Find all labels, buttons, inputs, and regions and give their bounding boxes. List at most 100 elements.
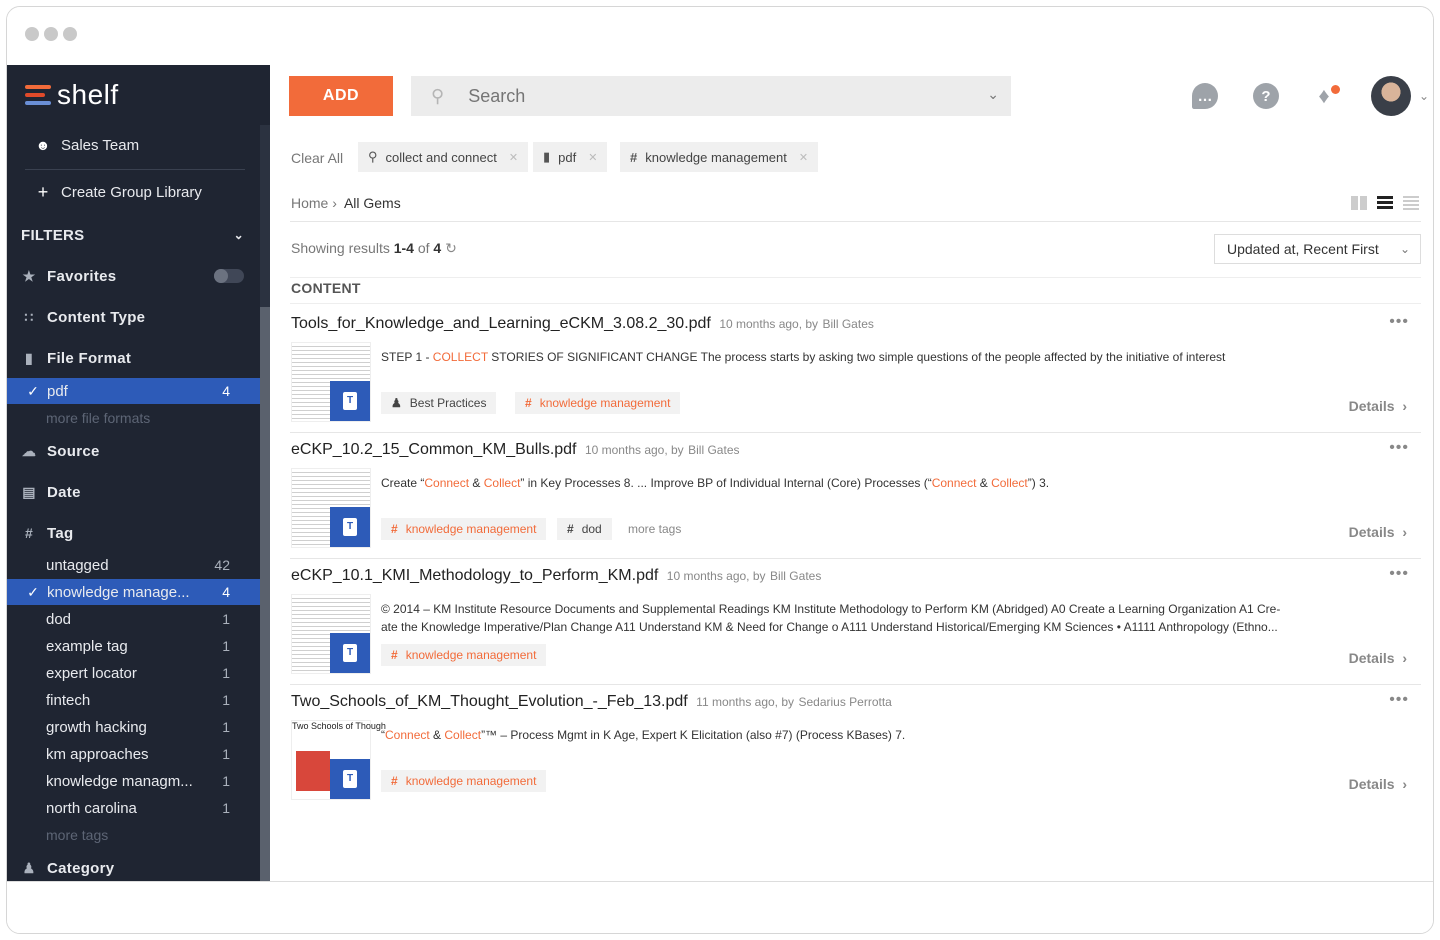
item-thumbnail[interactable]: T xyxy=(291,468,371,548)
title-bar xyxy=(7,7,1433,65)
item-tag[interactable]: # knowledge management xyxy=(515,392,681,414)
maximize-dot[interactable] xyxy=(63,27,77,41)
tag-item[interactable]: expert locator 1 xyxy=(7,660,260,686)
more-tags-link[interactable]: more tags xyxy=(628,522,681,536)
item-tag[interactable]: # knowledge management xyxy=(381,644,547,666)
breadcrumb-home[interactable]: Home xyxy=(291,195,328,211)
item-snippet: STEP 1 - COLLECT STORIES OF SIGNIFICANT … xyxy=(381,350,1226,364)
sidebar-scrollbar-thumb[interactable] xyxy=(260,307,270,881)
tag-item[interactable]: fintech 1 xyxy=(7,687,260,713)
tag-item-label: fintech xyxy=(46,691,91,709)
list-view-icon[interactable] xyxy=(1377,196,1393,210)
shelf-logo[interactable]: shelf xyxy=(25,79,119,110)
create-group-label: Create Group Library xyxy=(61,183,202,201)
more-options-icon[interactable]: ••• xyxy=(1389,439,1409,457)
list-item[interactable]: eCKP_10.2_15_Common_KM_Bulls.pdf 10 mont… xyxy=(290,433,1421,559)
tag-item[interactable]: knowledge managm... 1 xyxy=(7,768,260,794)
results-of: of xyxy=(417,240,430,256)
item-title[interactable]: eCKP_10.2_15_Common_KM_Bulls.pdf xyxy=(291,441,577,458)
search-input[interactable] xyxy=(468,85,949,107)
filter-category[interactable]: ♟ Category xyxy=(7,855,260,881)
tag-label: Tag xyxy=(47,524,74,542)
filter-chip-search[interactable]: ⚲ collect and connect ✕ xyxy=(358,142,529,172)
sort-select[interactable]: Updated at, Recent First ⌄ xyxy=(1214,234,1421,264)
search-icon: ⚲ xyxy=(368,149,378,164)
filters-header[interactable]: FILTERS ⌄ xyxy=(7,221,260,249)
item-tag[interactable]: ♟ Best Practices xyxy=(381,392,497,414)
avatar[interactable] xyxy=(1371,76,1411,116)
item-title[interactable]: Tools_for_Knowledge_and_Learning_eCKM_3.… xyxy=(291,315,711,332)
tag-item-label: expert locator xyxy=(46,664,137,682)
item-title[interactable]: eCKP_10.1_KMI_Methodology_to_Perform_KM.… xyxy=(291,567,658,584)
badge-icon: ♟ xyxy=(391,396,402,410)
item-meta: 10 months ago, by xyxy=(719,317,819,331)
help-icon[interactable]: ? xyxy=(1253,83,1279,109)
more-file-formats[interactable]: more file formats xyxy=(7,405,260,431)
more-options-icon[interactable]: ••• xyxy=(1389,691,1409,709)
add-button[interactable]: ADD xyxy=(289,76,393,116)
close-icon[interactable]: ✕ xyxy=(509,151,518,164)
source-label: Source xyxy=(47,442,100,460)
grid-view-icon[interactable] xyxy=(1351,196,1367,210)
more-tags[interactable]: more tags xyxy=(7,822,260,848)
minimize-dot[interactable] xyxy=(44,27,58,41)
tag-item[interactable]: dod 1 xyxy=(7,606,260,632)
favorites-toggle[interactable] xyxy=(214,269,244,283)
tag-item[interactable]: untagged 42 xyxy=(7,552,260,578)
chevron-down-icon[interactable]: ⌄ xyxy=(1419,89,1429,103)
list-item[interactable]: Tools_for_Knowledge_and_Learning_eCKM_3.… xyxy=(290,307,1421,433)
item-author[interactable]: Sedarius Perrotta xyxy=(798,695,891,709)
more-options-icon[interactable]: ••• xyxy=(1389,313,1409,331)
search-bar[interactable]: ⚲ ⌄ xyxy=(411,76,1011,116)
chevron-down-icon[interactable]: ⌄ xyxy=(987,86,999,103)
clear-all-link[interactable]: Clear All xyxy=(291,150,343,166)
more-options-icon[interactable]: ••• xyxy=(1389,565,1409,583)
tag-item-label: growth hacking xyxy=(46,718,147,736)
item-author[interactable]: Bill Gates xyxy=(823,317,874,331)
refresh-icon[interactable]: ↻ xyxy=(445,240,457,256)
details-link[interactable]: Details › xyxy=(1349,650,1407,666)
tag-item[interactable]: km approaches 1 xyxy=(7,741,260,767)
filter-date[interactable]: ▤ Date xyxy=(7,478,260,506)
close-icon[interactable]: ✕ xyxy=(588,151,597,164)
tag-item[interactable]: growth hacking 1 xyxy=(7,714,260,740)
item-title[interactable]: Two_Schools_of_KM_Thought_Evolution_-_Fe… xyxy=(291,693,688,710)
tag-item-label: dod xyxy=(46,610,72,628)
sidebar-item-team[interactable]: ☻ Sales Team xyxy=(7,131,260,159)
breadcrumb: Home › All Gems xyxy=(291,195,401,211)
chat-icon[interactable]: … xyxy=(1192,83,1218,109)
item-author[interactable]: Bill Gates xyxy=(688,443,739,457)
item-author[interactable]: Bill Gates xyxy=(770,569,821,583)
tag-item[interactable]: north carolina 1 xyxy=(7,795,260,821)
tag-item[interactable]: example tag 1 xyxy=(7,633,260,659)
document-icon: T xyxy=(330,759,370,799)
filter-content-type[interactable]: ∷ Content Type xyxy=(7,303,260,331)
tag-item-selected[interactable]: ✓ knowledge manage... 4 xyxy=(7,579,260,605)
item-tag[interactable]: # dod xyxy=(557,518,612,540)
item-thumbnail[interactable]: T xyxy=(291,594,371,674)
list-item[interactable]: eCKP_10.1_KMI_Methodology_to_Perform_KM.… xyxy=(290,559,1421,685)
filter-file-format[interactable]: ▮ File Format xyxy=(7,344,260,372)
item-tag[interactable]: # knowledge management xyxy=(381,770,547,792)
create-group-library[interactable]: + Create Group Library xyxy=(7,178,260,206)
filter-source[interactable]: ☁ Source xyxy=(7,437,260,465)
item-tag[interactable]: # knowledge management xyxy=(381,518,547,540)
details-link[interactable]: Details › xyxy=(1349,524,1407,540)
filter-chip-tag[interactable]: # knowledge management ✕ xyxy=(620,142,819,172)
filter-chip-format[interactable]: ▮ pdf ✕ xyxy=(533,142,608,172)
compact-view-icon[interactable] xyxy=(1403,196,1419,210)
file-format-item-pdf[interactable]: ✓ pdf 4 xyxy=(7,378,260,404)
file-format-count: 4 xyxy=(222,383,230,399)
close-dot[interactable] xyxy=(25,27,39,41)
tag-item-label: km approaches xyxy=(46,745,149,763)
filter-tag[interactable]: # Tag xyxy=(7,519,260,547)
divider xyxy=(290,277,1421,278)
details-link[interactable]: Details › xyxy=(1349,398,1407,414)
document-icon: T xyxy=(330,381,370,421)
details-link[interactable]: Details › xyxy=(1349,776,1407,792)
filter-favorites[interactable]: ★ Favorites xyxy=(7,262,260,290)
item-thumbnail[interactable]: T xyxy=(291,342,371,422)
item-thumbnail[interactable]: Two Schools of Though T xyxy=(291,720,386,800)
list-item[interactable]: Two_Schools_of_KM_Thought_Evolution_-_Fe… xyxy=(290,685,1421,811)
close-icon[interactable]: ✕ xyxy=(799,151,808,164)
